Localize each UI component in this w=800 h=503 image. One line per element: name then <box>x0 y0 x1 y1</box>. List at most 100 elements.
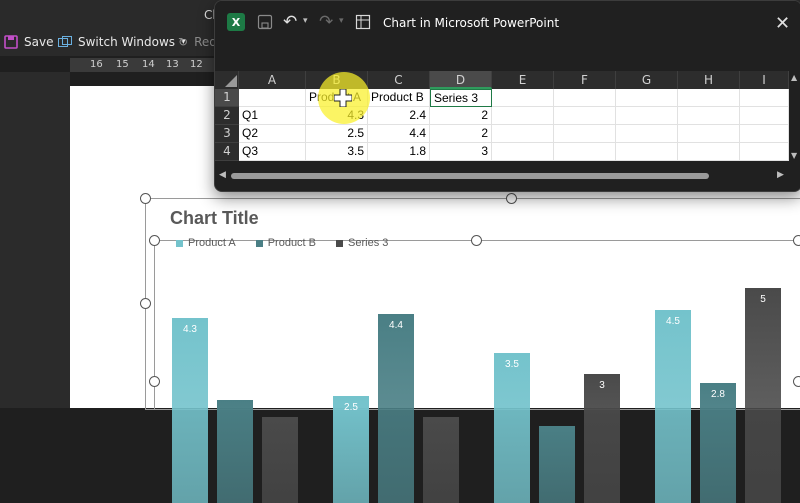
legend-item-product-b: Product B <box>256 237 316 249</box>
bar-series-3-q2[interactable] <box>423 417 459 503</box>
chart-title[interactable]: Chart Title <box>170 208 259 229</box>
cell-a1[interactable] <box>239 89 306 107</box>
column-header-e[interactable]: E <box>492 71 554 89</box>
resize-handle[interactable] <box>793 376 800 387</box>
bar-product-a-q4[interactable] <box>655 310 691 503</box>
resize-handle[interactable] <box>140 298 151 309</box>
column-header-a[interactable]: A <box>239 71 306 89</box>
chart-legend[interactable]: Product A Product B Series 3 <box>176 237 388 249</box>
undo-icon[interactable]: ↶ <box>283 12 297 32</box>
redo-button[interactable]: ↻ Red <box>178 35 217 49</box>
chevron-down-icon[interactable]: ▾ <box>339 16 344 26</box>
row-header-1[interactable]: 1 <box>215 89 239 107</box>
cell-a4[interactable]: Q3 <box>239 143 306 161</box>
horizontal-scroll-thumb[interactable] <box>231 173 709 179</box>
cell-c2[interactable]: 2.4 <box>368 107 430 125</box>
data-label: 3 <box>584 380 620 391</box>
column-header-i[interactable]: I <box>740 71 789 89</box>
data-label: 2.5 <box>333 402 369 413</box>
excel-app-icon: X <box>227 13 245 31</box>
cell-g1[interactable] <box>616 89 678 107</box>
bar-product-b-q3[interactable] <box>539 426 575 503</box>
close-icon[interactable]: ✕ <box>775 13 790 34</box>
cell-h2[interactable] <box>678 107 740 125</box>
resize-handle[interactable] <box>793 235 800 246</box>
bar-product-b-q4[interactable] <box>700 383 736 503</box>
cell-d2[interactable]: 2 <box>430 107 492 125</box>
select-all-corner[interactable] <box>215 71 239 89</box>
ruler-tick: 14 <box>142 59 155 70</box>
cell-i1[interactable] <box>740 89 789 107</box>
cell-c3[interactable]: 4.4 <box>368 125 430 143</box>
switch-windows-label: Switch Windows <box>78 35 175 49</box>
cell-h4[interactable] <box>678 143 740 161</box>
legend-label: Series 3 <box>348 237 388 249</box>
cell-d3[interactable]: 2 <box>430 125 492 143</box>
cell-e2[interactable] <box>492 107 554 125</box>
cell-f2[interactable] <box>554 107 616 125</box>
horizontal-scrollbar[interactable]: ◀ ▶ <box>215 165 800 187</box>
scroll-down-icon[interactable]: ▼ <box>791 151 797 160</box>
resize-handle[interactable] <box>506 193 517 204</box>
bar-series-3-q1[interactable] <box>262 417 298 503</box>
save-button[interactable]: Save <box>4 35 53 49</box>
bar-series-3-q4[interactable] <box>745 288 781 503</box>
resize-handle[interactable] <box>149 235 160 246</box>
cell-i4[interactable] <box>740 143 789 161</box>
cell-f3[interactable] <box>554 125 616 143</box>
cell-a2[interactable]: Q1 <box>239 107 306 125</box>
cell-h3[interactable] <box>678 125 740 143</box>
cell-g2[interactable] <box>616 107 678 125</box>
column-header-c[interactable]: C <box>368 71 430 89</box>
scroll-right-icon[interactable]: ▶ <box>777 170 784 180</box>
cell-b4[interactable]: 3.5 <box>306 143 368 161</box>
column-header-g[interactable]: G <box>616 71 678 89</box>
cell-i3[interactable] <box>740 125 789 143</box>
cell-a3[interactable]: Q2 <box>239 125 306 143</box>
bar-series-3-q3[interactable] <box>584 374 620 503</box>
redo-icon[interactable]: ↷ <box>319 12 333 32</box>
scroll-up-icon[interactable]: ▲ <box>791 73 797 82</box>
ruler-tick: 12 <box>190 59 203 70</box>
switch-windows-button[interactable]: Switch Windows ▾ <box>58 35 186 49</box>
column-header-f[interactable]: F <box>554 71 616 89</box>
cell-h1[interactable] <box>678 89 740 107</box>
spreadsheet-grid[interactable]: A B C D E F G H I 1 2 3 4 Product A Prod… <box>215 71 789 163</box>
legend-swatch <box>256 240 263 247</box>
edit-data-in-excel-icon[interactable] <box>355 14 371 30</box>
switch-windows-icon <box>58 36 72 48</box>
cell-e3[interactable] <box>492 125 554 143</box>
vertical-scrollbar[interactable]: ▲ ▼ <box>789 71 800 163</box>
data-label: 5 <box>745 294 781 305</box>
bar-product-a-q1[interactable] <box>172 318 208 503</box>
row-header-3[interactable]: 3 <box>215 125 239 143</box>
cell-i2[interactable] <box>740 107 789 125</box>
cell-g3[interactable] <box>616 125 678 143</box>
legend-swatch <box>176 240 183 247</box>
column-header-h[interactable]: H <box>678 71 740 89</box>
legend-item-series-3: Series 3 <box>336 237 388 249</box>
chevron-down-icon[interactable]: ▾ <box>303 16 308 26</box>
cell-f1[interactable] <box>554 89 616 107</box>
bar-product-b-q1[interactable] <box>217 400 253 503</box>
cell-e1[interactable] <box>492 89 554 107</box>
excel-data-window[interactable]: X ↶ ▾ ↷ ▾ Chart in Microsoft PowerPoint … <box>214 0 800 192</box>
row-header-2[interactable]: 2 <box>215 107 239 125</box>
bar-product-a-q3[interactable] <box>494 353 530 503</box>
resize-handle[interactable] <box>140 193 151 204</box>
cell-d4[interactable]: 3 <box>430 143 492 161</box>
cell-f4[interactable] <box>554 143 616 161</box>
cell-d1-selected[interactable]: Series 3 <box>430 89 492 107</box>
column-header-d[interactable]: D <box>430 71 492 89</box>
resize-handle[interactable] <box>149 376 160 387</box>
cell-c4[interactable]: 1.8 <box>368 143 430 161</box>
cell-g4[interactable] <box>616 143 678 161</box>
cell-c1[interactable]: Product B <box>368 89 430 107</box>
cell-b3[interactable]: 2.5 <box>306 125 368 143</box>
cell-e4[interactable] <box>492 143 554 161</box>
row-header-4[interactable]: 4 <box>215 143 239 161</box>
bar-product-b-q2[interactable] <box>378 314 414 503</box>
resize-handle[interactable] <box>471 235 482 246</box>
scroll-left-icon[interactable]: ◀ <box>219 170 226 180</box>
save-icon[interactable] <box>257 14 273 30</box>
